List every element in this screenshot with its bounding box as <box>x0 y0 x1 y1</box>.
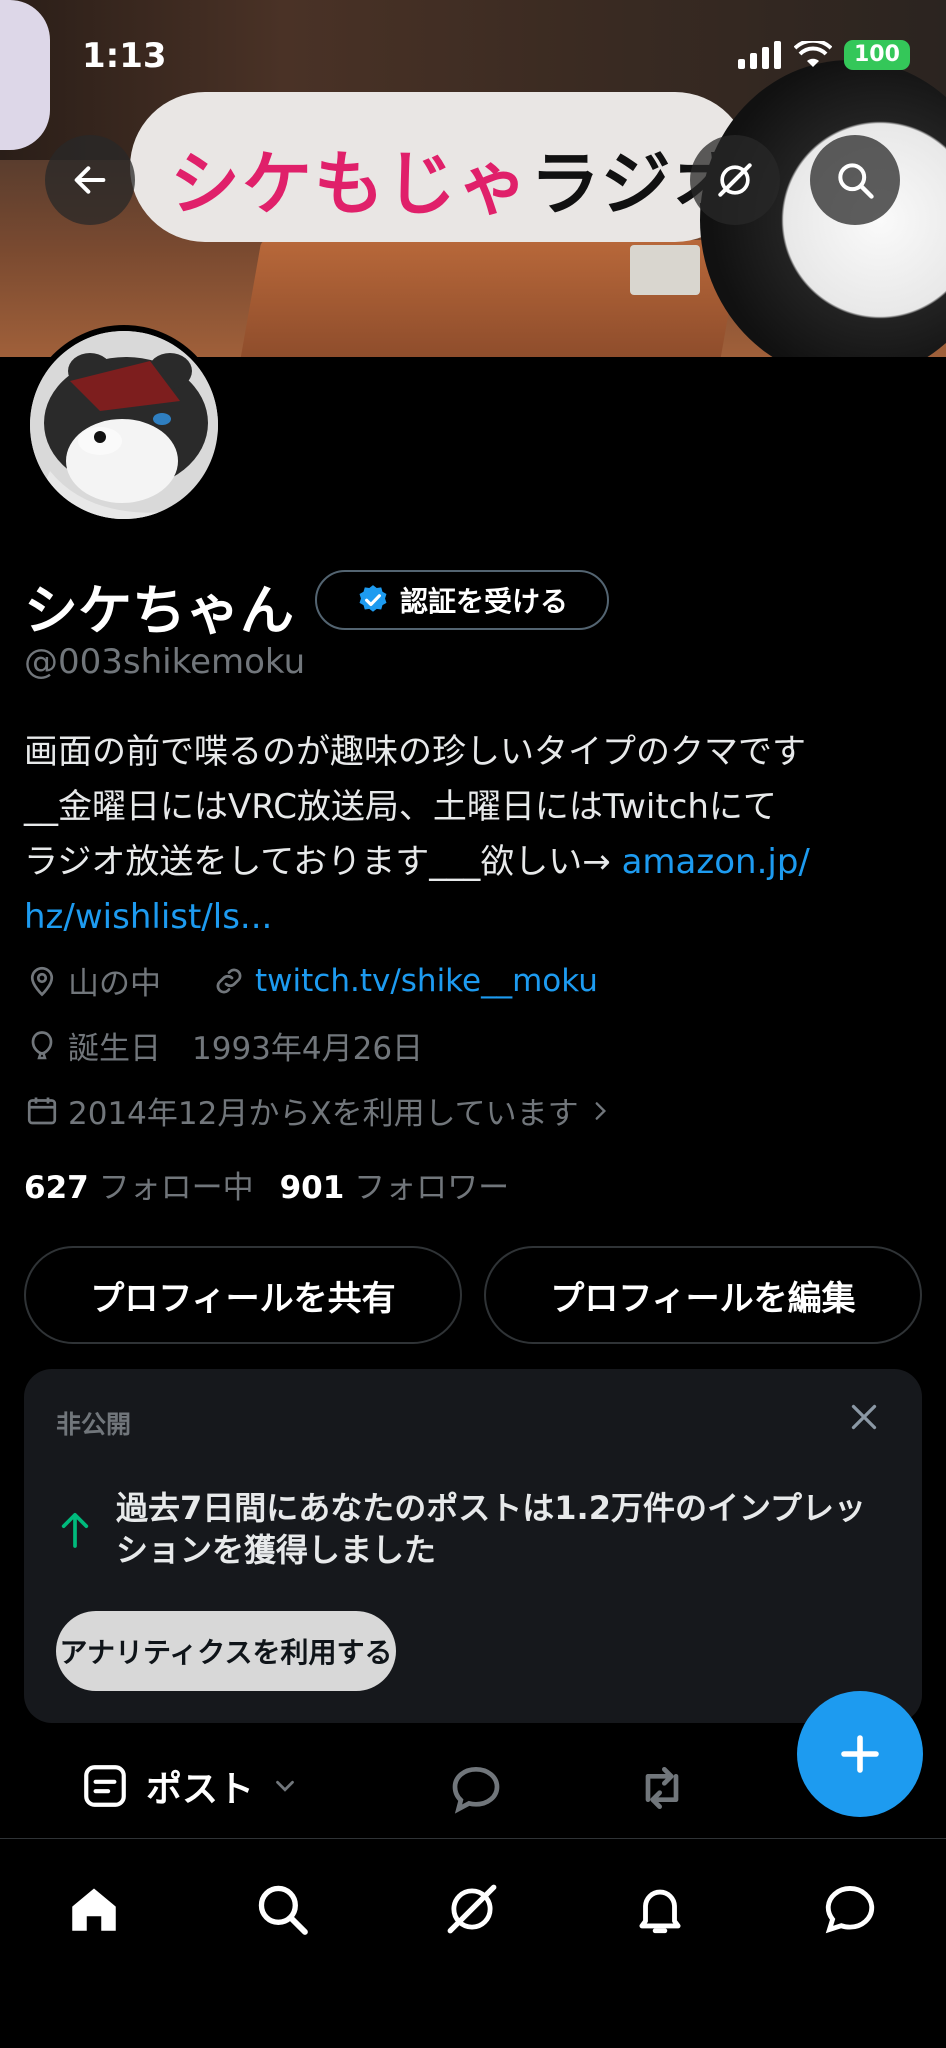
nav-search[interactable] <box>252 1879 312 1939</box>
arrow-up-icon <box>61 1512 89 1548</box>
profile-meta-joined-row[interactable]: 2014年12月からXを利用しています <box>24 1088 613 1133</box>
followers-label: フォロワー <box>354 1170 510 1206</box>
nav-home[interactable] <box>64 1879 124 1939</box>
profile-meta-location-row: 山の中 twitch.tv/shike__moku <box>24 958 598 1003</box>
bio-wishlist-link[interactable]: amazon.jp/ <box>622 842 810 882</box>
chat-icon <box>825 1886 875 1934</box>
wifi-icon <box>794 41 832 67</box>
follow-stats: 627 フォロー中 901 フォロワー <box>24 1162 509 1207</box>
analytics-close-button[interactable] <box>846 1399 882 1439</box>
birthday-text: 誕生日 1993年4月26日 <box>68 1031 424 1067</box>
following-label: フォロー中 <box>98 1170 254 1206</box>
tab-posts[interactable]: ポスト <box>80 1760 300 1812</box>
bio-line-3: ラジオ放送をしております___欲しい→ amazon.jp/ <box>24 835 924 890</box>
calendar-icon <box>27 1097 57 1124</box>
banner-sign-text-pink: シケもじゃ <box>170 143 530 225</box>
bio-line-1: 画面の前で喋るのが趣味の珍しいタイプのクマです <box>24 732 806 772</box>
link-icon <box>216 968 242 993</box>
nav-grok[interactable] <box>442 1879 502 1939</box>
nav-notifications[interactable] <box>630 1879 690 1939</box>
tab-reposts[interactable] <box>634 1760 690 1820</box>
search-button[interactable] <box>810 135 900 225</box>
avatar-image <box>30 331 218 519</box>
signal-icon <box>738 41 781 69</box>
bio-wishlist-link-cont[interactable]: hz/wishlist/ls... <box>24 890 924 945</box>
edit-profile-button[interactable]: プロフィールを編集 <box>484 1246 922 1344</box>
following-stat[interactable]: 627 フォロー中 <box>24 1162 254 1207</box>
grok-icon <box>718 163 752 197</box>
search-icon <box>258 1885 308 1935</box>
get-verified-button[interactable]: 認証を受ける <box>315 570 609 630</box>
banner-clock <box>630 245 700 295</box>
reply-icon <box>452 1766 500 1814</box>
balloon-icon <box>31 1030 53 1059</box>
followers-count: 901 <box>279 1170 345 1206</box>
trend-indicator <box>58 1509 92 1553</box>
grok-icon <box>447 1884 497 1934</box>
grok-button[interactable] <box>690 135 780 225</box>
banner-sign-text: シケもじゃラジオ <box>170 128 745 229</box>
banner-figure-left <box>0 0 50 150</box>
location-text: 山の中 <box>68 966 161 1002</box>
joined-text: 2014年12月からXを利用しています <box>68 1096 579 1132</box>
location-icon <box>30 966 54 996</box>
bio-line-2: __金曜日にはVRC放送局、土曜日にはTwitchにて <box>24 787 777 827</box>
analytics-card: 非公開 過去7日間にあなたのポストは1.2万件のインプレッションを獲得しました … <box>24 1369 922 1723</box>
profile-name: シケちゃん <box>24 579 294 642</box>
analytics-message: 過去7日間にあなたのポストは1.2万件のインプレッションを獲得しました <box>116 1489 866 1569</box>
analytics-card-title: 非公開 <box>56 1410 132 1439</box>
share-profile-button[interactable]: プロフィールを共有 <box>24 1246 462 1344</box>
battery-indicator: 100 <box>844 40 910 70</box>
post-icon <box>84 1765 126 1807</box>
profile-handle: @003shikemoku <box>24 642 306 682</box>
analytics-cta-button[interactable]: アナリティクスを利用する <box>56 1611 396 1691</box>
status-time: 1:13 <box>82 36 167 76</box>
profile-avatar[interactable] <box>24 325 224 525</box>
compose-button[interactable] <box>797 1691 923 1817</box>
tab-posts-label: ポスト <box>146 1769 255 1810</box>
chevron-right-icon <box>595 1101 606 1120</box>
website-link[interactable]: twitch.tv/shike__moku <box>255 963 598 999</box>
back-arrow-icon <box>74 166 106 194</box>
home-icon <box>72 1888 116 1931</box>
get-verified-label: 認証を受ける <box>399 585 568 618</box>
bell-icon <box>639 1889 681 1934</box>
profile-bio: 画面の前で喋るのが趣味の珍しいタイプのクマです __金曜日にはVRC放送局、土曜… <box>24 725 924 945</box>
nav-messages[interactable] <box>820 1879 880 1939</box>
status-icons: 100 <box>738 40 910 70</box>
close-icon <box>851 1404 877 1430</box>
verified-badge-icon <box>359 585 387 612</box>
repost-icon <box>645 1767 679 1809</box>
following-count: 627 <box>24 1170 89 1206</box>
bear-avatar-illustration <box>30 331 218 519</box>
bio-line-3-text: ラジオ放送をしております___欲しい→ <box>24 842 622 882</box>
plus-icon <box>841 1735 879 1773</box>
chevron-down-icon <box>276 1780 294 1792</box>
back-button[interactable] <box>45 135 135 225</box>
bottom-nav <box>0 1838 946 2048</box>
search-icon <box>838 163 874 199</box>
tab-replies[interactable] <box>448 1760 504 1820</box>
followers-stat[interactable]: 901 フォロワー <box>280 1162 510 1207</box>
profile-meta-birthday-row: 誕生日 1993年4月26日 <box>24 1023 423 1068</box>
